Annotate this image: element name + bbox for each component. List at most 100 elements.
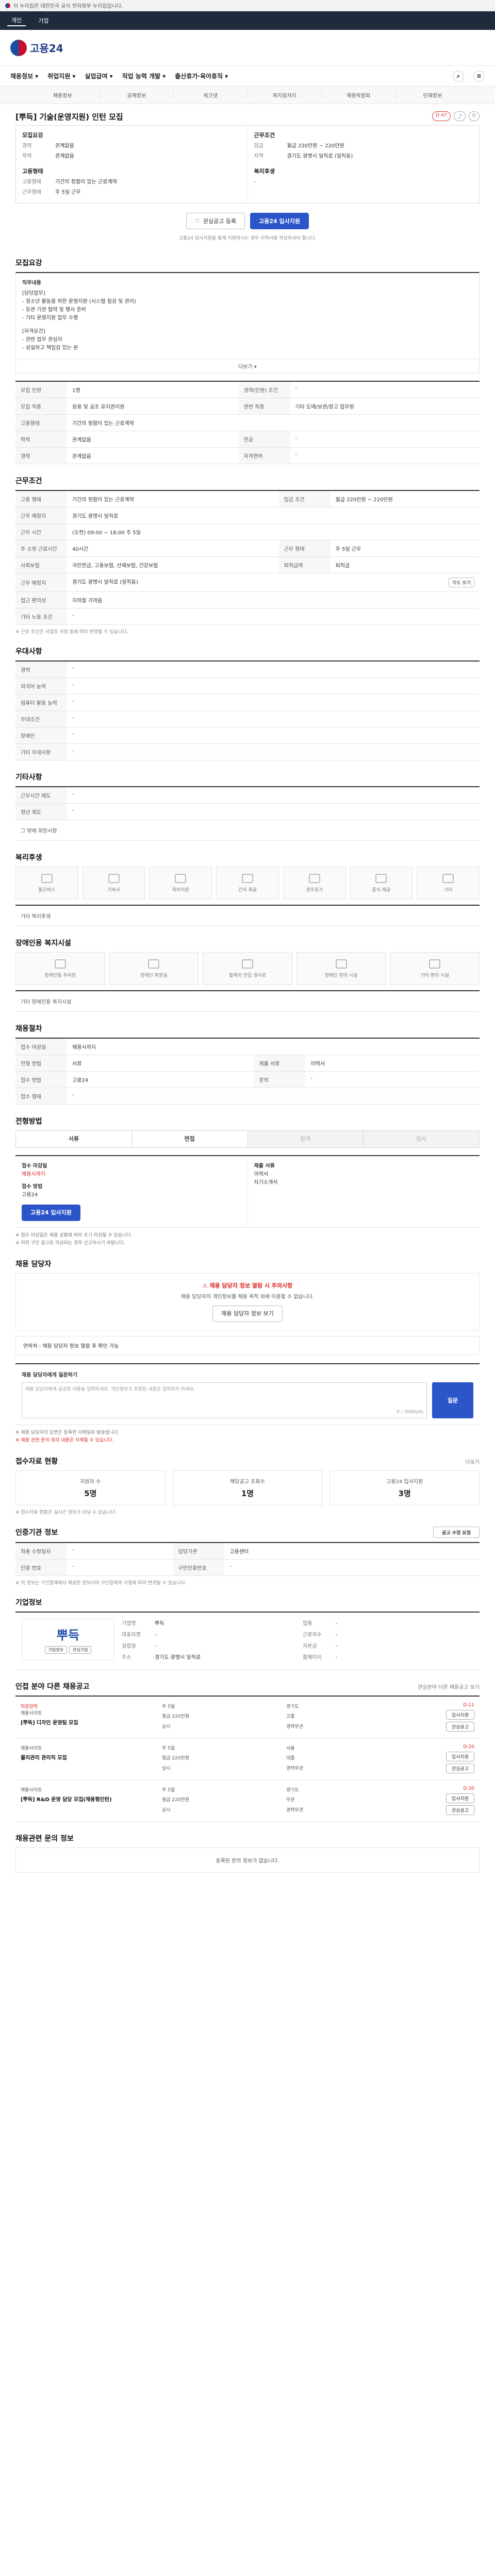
- job-description: 직무내용 [담당업무] - 청소년 활동을 위한 운영지원 (시스템 점검 및 …: [15, 272, 480, 359]
- inquiry-textarea[interactable]: 채용 담당자에게 궁금한 내용을 입력하세요. 개인정보가 포함된 내용은 입력…: [22, 1382, 427, 1418]
- chevron-down-icon: ▾: [72, 72, 76, 80]
- related-apply-button[interactable]: 입사지원: [446, 1710, 474, 1720]
- section-title-etc: 기타사항: [15, 773, 42, 782]
- summary-key: 고용형태: [22, 179, 41, 185]
- table-row: 근무 시간 (오전) 09:00 ~ 18:00 주 5일: [15, 523, 480, 540]
- summary-section-title: 근무조건: [254, 132, 275, 139]
- facility-card: 장애인 화장실: [109, 952, 199, 985]
- search-icon[interactable]: ⌕: [453, 70, 464, 82]
- table-row: 기타 노동 조건 -: [15, 608, 480, 625]
- section-title-manager: 채용 담당자: [15, 1260, 52, 1268]
- view-manager-button[interactable]: 채용 담당자 정보 보기: [212, 1306, 283, 1322]
- method-notice: ※ 접수 마감일은 채용 상황에 따라 조기 마감될 수 있습니다. ※ 허위 …: [15, 1233, 133, 1246]
- share-icon[interactable]: ⤴: [453, 111, 466, 121]
- table-row: 컴퓨터 활용 능력 -: [15, 694, 480, 711]
- subtab-talent[interactable]: 인재정보: [396, 91, 470, 99]
- job-header: [뿌득] 기술(운영지원) 인턴 모집 D-47 ⤴ ⎙: [15, 104, 480, 125]
- description-line: - 청소년 활동을 위한 운영지원 (시스템 점검 및 관리): [22, 299, 136, 304]
- site-logo[interactable]: 고용24: [10, 39, 63, 56]
- facility-card: 휠체어 진입 경사로: [203, 952, 292, 985]
- gnb-item-jobs[interactable]: 채용정보 ▾: [10, 72, 38, 80]
- menu-icon[interactable]: ≡: [473, 70, 485, 82]
- related-apply-button[interactable]: 입사지원: [446, 1793, 474, 1803]
- conditions-note: ※ 근로 조건은 사업장 사정 등에 따라 변경될 수 있습니다.: [15, 630, 128, 635]
- step-pass: 합격: [248, 1131, 364, 1147]
- company-info: 뿌득 기업정보 관심기업 기업명 뿌득 업종 - 대표자명 - 근로자수 - 설립일 - …: [15, 1612, 480, 1670]
- topbar-item-company[interactable]: 기업: [34, 15, 53, 26]
- table-row: 정년 제도 -: [15, 803, 480, 820]
- table-row: 고용 형태 기간의 정함이 있는 근로계약 임금 조건 월급 220만원 ~ 220만…: [15, 490, 480, 507]
- section-title-inquiries: 채용관련 문의 정보: [15, 1835, 74, 1843]
- method-apply-button[interactable]: 고용24 입사지원: [22, 1205, 80, 1221]
- description-title: 직무내용: [22, 280, 41, 286]
- section-title-prefer: 우대사항: [15, 648, 42, 656]
- submit-item: 이력서: [254, 1172, 269, 1177]
- description-line: [자격요건]: [22, 329, 45, 334]
- gov-banner: 이 누리집은 대한민국 공식 전자정부 누리집입니다.: [0, 0, 495, 11]
- method-steps: 서류 면접 합격 입사: [15, 1130, 480, 1148]
- stat-card: 지원자 수 5명: [15, 1470, 166, 1505]
- subtab-public[interactable]: 공채정보: [100, 91, 174, 99]
- gov-banner-text: 이 누리집은 대한민국 공식 전자정부 누리집입니다.: [13, 4, 123, 9]
- summary-key: 지역: [254, 154, 263, 159]
- description-more-link[interactable]: 더보기 ▾: [15, 359, 480, 374]
- manager-warning: ⚠ 채용 담당자 정보 열람 시 주의사항 채용 담당자의 개인정보를 채용 목…: [15, 1273, 480, 1331]
- gnb-item-leave[interactable]: 출산휴가·육아휴직 ▾: [175, 72, 228, 80]
- facility-card: 장애인용 주차장: [15, 952, 105, 985]
- restroom-icon: [148, 959, 160, 969]
- logo-mark-icon: [10, 39, 27, 56]
- related-scrap-button[interactable]: 관심공고: [446, 1805, 474, 1815]
- favorite-company-button[interactable]: 관심기업: [69, 1646, 92, 1654]
- description-line: - 성실하고 책임감 있는 분: [22, 345, 78, 351]
- bus-icon: [41, 873, 53, 883]
- description-line: - 관련 업무 관심자: [22, 337, 62, 343]
- disabled-text: 기타 장애인용 복지시설: [15, 990, 480, 1012]
- section-title-recruit: 모집요강: [15, 259, 42, 267]
- print-icon[interactable]: ⎙: [468, 111, 480, 121]
- inquiry-submit-button[interactable]: 질문: [432, 1382, 473, 1418]
- ramp-icon: [241, 959, 253, 969]
- accessibility-icon: [335, 959, 347, 969]
- inquiry-counter: 0 / 500byte: [397, 1410, 423, 1415]
- related-apply-button[interactable]: 입사지원: [446, 1752, 474, 1761]
- scrap-button[interactable]: ♡ 관심공고 등록: [186, 213, 245, 229]
- etc-icon: [442, 873, 454, 883]
- gnb-item-unemployment[interactable]: 실업급여 ▾: [85, 72, 112, 80]
- status-more-link[interactable]: 더보기: [465, 1458, 480, 1465]
- apply-button[interactable]: 고용24 입사지원: [250, 213, 309, 229]
- subtab-fair[interactable]: 채용박람회: [322, 91, 396, 99]
- table-row: 경력 -: [15, 661, 480, 678]
- brand-row: 고용24: [0, 30, 495, 66]
- table-row: 접수 형태 -: [15, 1088, 480, 1105]
- facility-card: 장애인 편의 시설: [296, 952, 386, 985]
- company-info-button[interactable]: 기업정보: [44, 1646, 67, 1654]
- table-row: 근무 예정지 경기도 광명시 일직로 (일직동) 지도 보기: [15, 573, 480, 592]
- subtab-jobs[interactable]: 채용정보: [26, 91, 100, 99]
- related-scrap-button[interactable]: 관심공고: [446, 1764, 474, 1773]
- table-row: 전형 방법 서류 제출 서류 이력서: [15, 1055, 480, 1072]
- apply-method-value: 고용24: [22, 1192, 38, 1198]
- gnb-item-training[interactable]: 직업 능력 개발 ▾: [122, 72, 166, 80]
- list-item[interactable]: 채용사이트 [뿌득] R&D 운영 담당 모집(채용형인턴) 주 5일 경기도 월…: [15, 1780, 480, 1822]
- etc-icon: [429, 959, 441, 969]
- related-more-link[interactable]: 관심분야 다른 채용공고 보기: [418, 1683, 480, 1690]
- gnb-item-support[interactable]: 취업지원 ▾: [47, 72, 75, 80]
- table-row: 접근 편의성 지하철 가까움: [15, 591, 480, 608]
- map-button[interactable]: 지도 보기: [449, 578, 474, 587]
- edit-request-button[interactable]: 공고 수정 요청: [433, 1527, 480, 1538]
- facility-card: 기타 편의 시설: [390, 952, 480, 985]
- summary-key: 경력: [22, 143, 32, 149]
- topbar-item-personal[interactable]: 개인: [7, 15, 26, 26]
- subtab-worknet[interactable]: 워크넷: [174, 91, 248, 99]
- table-row: 모집 직종 응용 및 공조 유지관리원 관련 직종 기타 도매/보관/창고 업무원: [15, 398, 480, 415]
- method-detail: 접수 마감일 채용시까지 접수 방법 고용24 고용24 입사지원 제출 서류 …: [15, 1155, 480, 1228]
- related-list: 마감임박 채용사이트 [뿌득] 디자인 운영팀 모집 주 5일 경기도 월급 22…: [15, 1696, 480, 1822]
- section-title-related: 인접 분야 다른 채용공고 관심분야 다른 채용공고 보기: [15, 1683, 480, 1691]
- related-scrap-button[interactable]: 관심공고: [446, 1722, 474, 1732]
- table-row: 근무시간 제도 -: [15, 787, 480, 804]
- subtab-welfare[interactable]: 복지일자리: [248, 91, 322, 99]
- list-item[interactable]: 채용사이트 물리관리 관리직 모집 주 5일 서울 월급 220만원 대졸 상시 경력…: [15, 1738, 480, 1780]
- section-title-welfare: 복리후생: [15, 854, 42, 862]
- deadline-value: 채용시까지: [22, 1172, 45, 1177]
- list-item[interactable]: 마감임박 채용사이트 [뿌득] 디자인 운영팀 모집 주 5일 경기도 월급 22…: [15, 1697, 480, 1738]
